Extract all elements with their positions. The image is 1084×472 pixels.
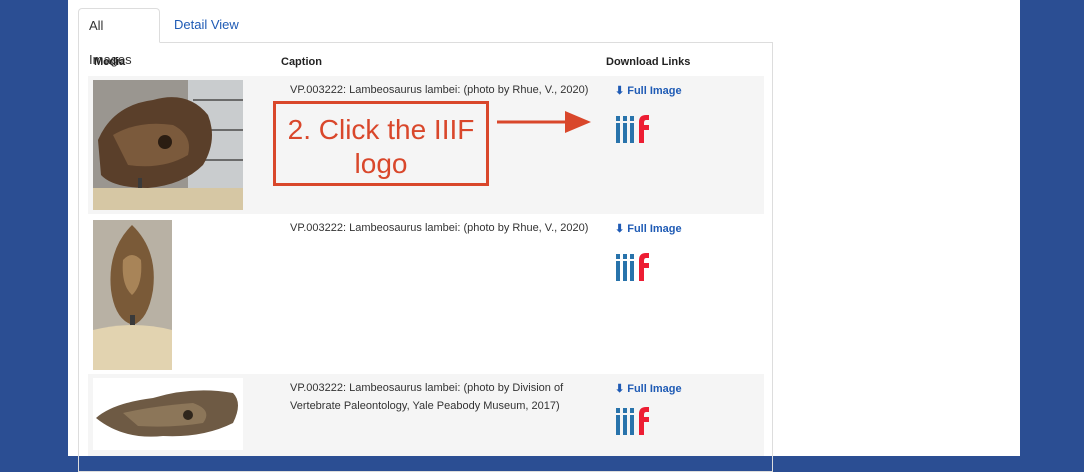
iiif-logo-icon[interactable] bbox=[615, 112, 651, 144]
full-image-link[interactable]: ⬇ Full Image bbox=[615, 222, 682, 235]
full-image-link[interactable]: ⬇ Full Image bbox=[615, 84, 682, 97]
iiif-logo-icon[interactable] bbox=[615, 404, 651, 436]
iiif-logo-icon[interactable] bbox=[615, 250, 651, 282]
lambeosaurus-skull-photo-2[interactable] bbox=[93, 220, 172, 370]
lambeosaurus-skull-photo-3[interactable] bbox=[93, 378, 243, 450]
tab-bar: All Images Detail View bbox=[78, 8, 773, 67]
download-icon: ⬇ bbox=[615, 383, 625, 395]
row-caption: VP.003222: Lambeosaurus lambei: (photo b… bbox=[290, 382, 564, 412]
content-page: All Images Detail View Media Caption Dow… bbox=[68, 0, 1020, 472]
header-download-links: Download Links bbox=[606, 56, 691, 68]
tab-all-images[interactable]: All Images bbox=[78, 8, 160, 67]
row-caption: VP.003222: Lambeosaurus lambei: (photo b… bbox=[290, 84, 589, 96]
table-row: VP.003222: Lambeosaurus lambei: (photo b… bbox=[88, 374, 764, 456]
row-caption: VP.003222: Lambeosaurus lambei: (photo b… bbox=[290, 222, 589, 234]
full-image-link[interactable]: ⬇ Full Image bbox=[615, 382, 682, 395]
annotation-arrow-icon bbox=[497, 111, 591, 133]
annotation-callout: 2. Click the IIIF logo bbox=[273, 101, 489, 186]
lambeosaurus-skull-photo-1[interactable] bbox=[93, 80, 243, 210]
download-icon: ⬇ bbox=[615, 223, 625, 235]
tab-detail-view[interactable]: Detail View bbox=[164, 8, 249, 42]
header-caption: Caption bbox=[281, 56, 322, 68]
table-row: VP.003222: Lambeosaurus lambei: (photo b… bbox=[88, 214, 764, 374]
download-icon: ⬇ bbox=[615, 85, 625, 97]
header-media: Media bbox=[94, 56, 126, 68]
